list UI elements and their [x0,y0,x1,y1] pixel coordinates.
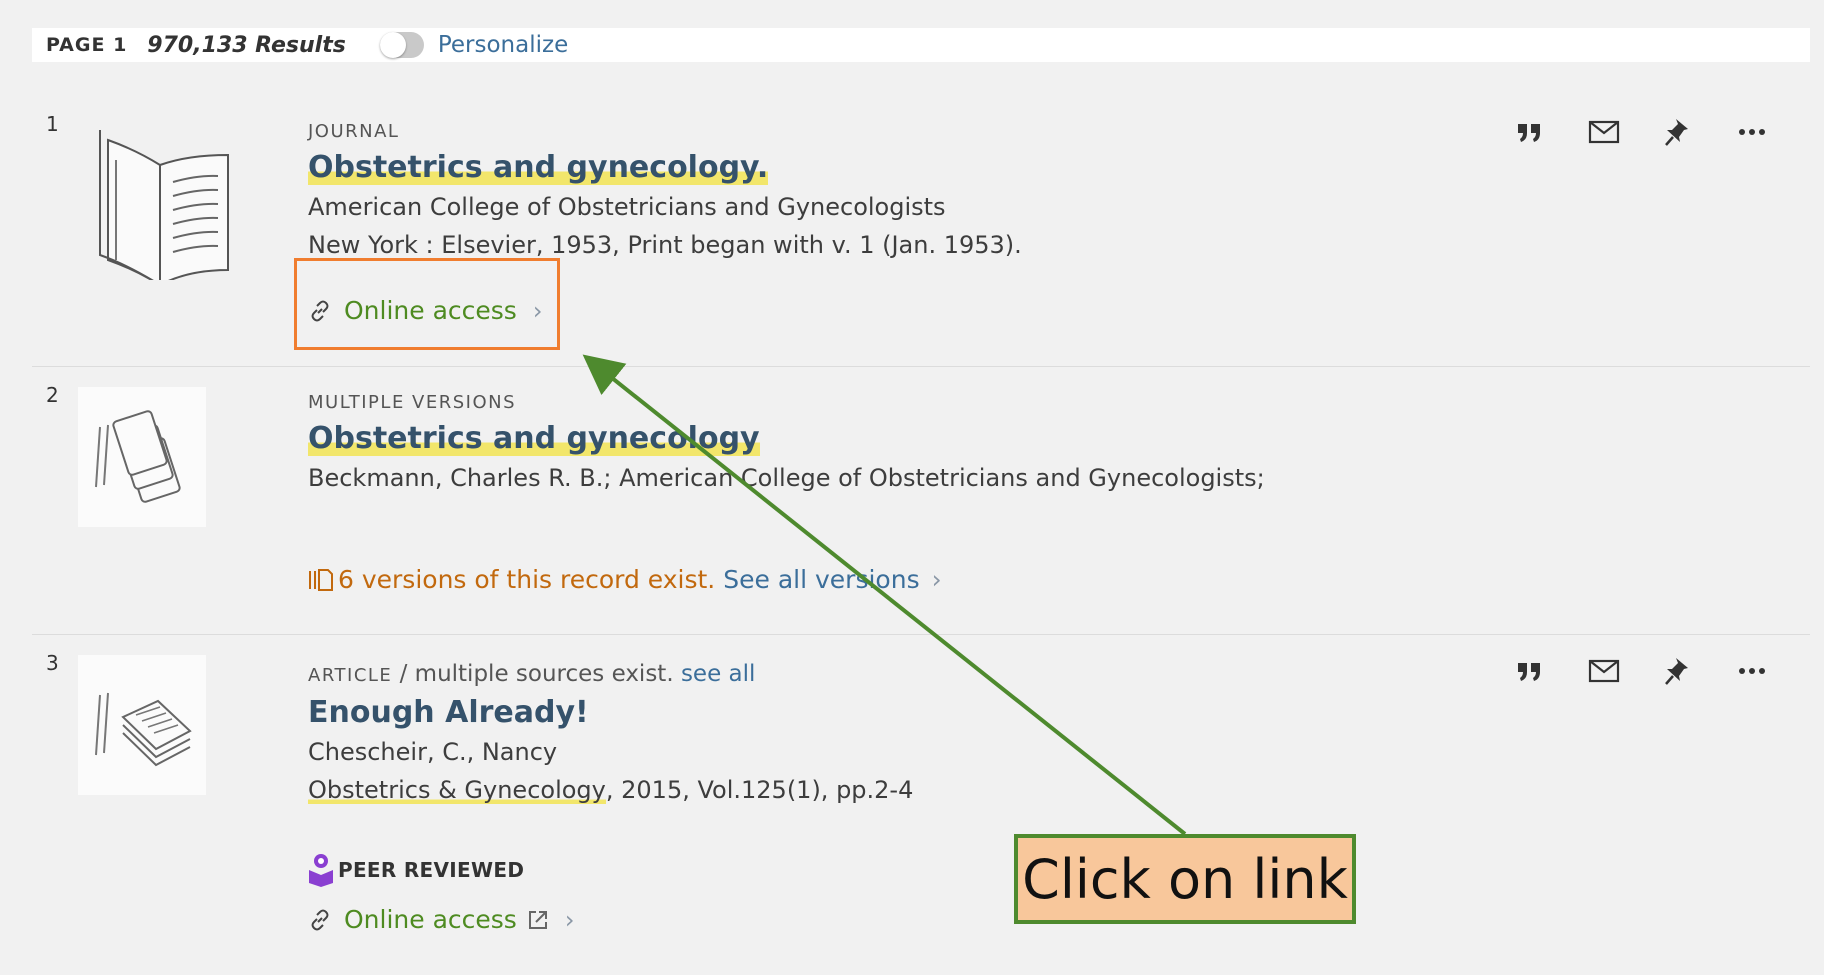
journal-name: Obstetrics & Gynecology [308,776,606,804]
quote-icon [1518,663,1540,681]
result-number: 1 [46,112,59,136]
personalize-toggle[interactable] [379,32,424,58]
result-publication: Obstetrics & Gynecology, 2015, Vol.125(1… [308,771,1508,809]
result-author: Chescheir, C., Nancy [308,738,558,766]
online-access-link[interactable]: Online access › [308,905,574,934]
more-icon [1739,129,1765,135]
pin-icon [1665,658,1688,685]
multiple-versions-icon [78,387,206,527]
result-author: Beckmann, Charles R. B.; American Colleg… [308,464,1265,492]
online-access-label[interactable]: Online access [344,905,517,934]
result-content: MULTIPLE VERSIONS Obstetrics and gynecol… [308,391,1508,497]
citation-button[interactable] [1514,655,1546,687]
email-button[interactable] [1588,655,1620,687]
more-actions-button[interactable] [1736,116,1768,148]
result-type-row: ARTICLE / multiple sources exist. see al… [308,659,1508,689]
link-icon [311,909,329,930]
peer-reviewed-badge: PEER REVIEWED [308,853,524,887]
annotation-callout: Click on link [1014,834,1356,924]
versions-icon [309,568,333,591]
see-all-sources-link[interactable]: see all [681,661,755,687]
result-title[interactable]: Obstetrics and gynecology [308,419,1508,459]
result-type: MULTIPLE VERSIONS [308,392,517,413]
more-icon [1739,668,1765,674]
more-actions-button[interactable] [1736,655,1768,687]
chevron-right-icon: › [931,565,942,594]
link-icon [311,300,329,321]
article-icon [78,655,206,795]
page-label: PAGE 1 [46,34,128,56]
result-type: ARTICLE [308,665,393,686]
chevron-right-icon: › [564,905,575,934]
result-type-suffix: / multiple sources exist. [392,661,674,687]
versions-notice: 6 versions of this record exist. See all… [308,565,942,594]
result-title-text[interactable]: Enough Already! [308,695,589,730]
result-author: American College of Obstetricians and Gy… [308,193,946,221]
email-button[interactable] [1588,116,1620,148]
result-item-3: 3 ARTICLE / multiple sources exist. see … [32,635,1810,975]
online-access-link[interactable]: Online access › [308,296,542,325]
personalize-link[interactable]: Personalize [438,32,568,58]
quote-icon [1518,124,1540,142]
result-title-text[interactable]: Obstetrics and gynecology. [308,150,769,185]
mail-icon [1588,659,1620,683]
citation-button[interactable] [1514,116,1546,148]
pin-button[interactable] [1662,655,1694,687]
result-item-1: 1 JOURNAL Obstetrics and gynecology. Ame… [32,96,1810,367]
results-header: PAGE 1 970,133 Results Personalize [32,28,1810,62]
result-title[interactable]: Obstetrics and gynecology. [308,148,1508,188]
result-type: JOURNAL [308,121,400,142]
result-title[interactable]: Enough Already! [308,693,1508,733]
mail-icon [1588,120,1620,144]
book-icon [99,130,229,280]
pin-button[interactable] [1662,116,1694,148]
result-number: 2 [46,383,59,407]
results-count: 970,133 Results [147,32,346,58]
peer-reviewed-icon [309,854,333,887]
journal-details: , 2015, Vol.125(1), pp.2-4 [605,776,914,804]
see-all-versions-link[interactable]: See all versions [723,565,919,594]
pin-icon [1665,119,1688,146]
chevron-right-icon: › [532,296,543,325]
result-actions [1514,116,1768,148]
toggle-knob [379,32,406,58]
external-link-icon [528,910,547,929]
result-item-2: 2 MULTIPLE VERSIONS Obstetrics and gynec… [32,367,1810,635]
result-actions [1514,655,1768,687]
peer-reviewed-label: PEER REVIEWED [338,858,525,882]
result-title-text[interactable]: Obstetrics and gynecology [308,421,760,456]
versions-text: 6 versions of this record exist. [338,565,716,594]
result-content: ARTICLE / multiple sources exist. see al… [308,659,1508,809]
result-content: JOURNAL Obstetrics and gynecology. Ameri… [308,120,1508,264]
online-access-label[interactable]: Online access [344,296,517,325]
result-number: 3 [46,651,59,675]
results-list: 1 JOURNAL Obstetrics and gynecology. Ame… [32,96,1810,975]
